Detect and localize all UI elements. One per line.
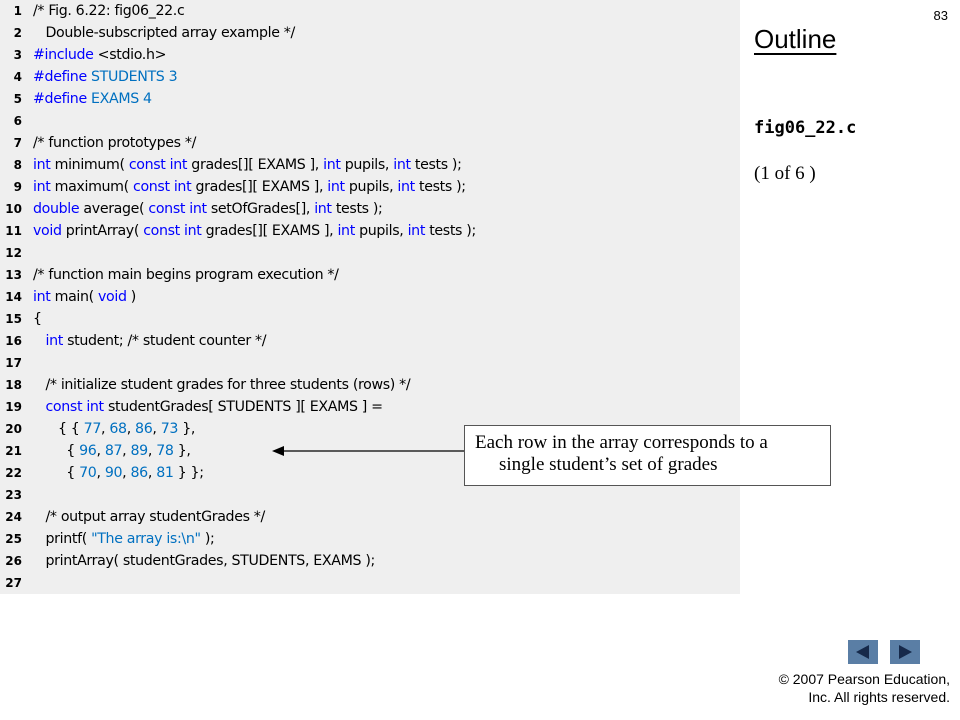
next-slide-button[interactable] bbox=[890, 640, 920, 664]
copyright-notice: © 2007 Pearson Education, Inc. All right… bbox=[779, 670, 950, 706]
callout-box: Each row in the array corresponds to a s… bbox=[464, 425, 831, 486]
triangle-left-icon bbox=[856, 645, 869, 659]
callout-text-line2: single student’s set of grades bbox=[499, 454, 718, 475]
callout-arrow bbox=[272, 446, 464, 456]
triangle-right-icon bbox=[899, 645, 912, 659]
previous-slide-button[interactable] bbox=[848, 640, 878, 664]
copyright-line2: Inc. All rights reserved. bbox=[808, 689, 950, 705]
copyright-line1: © 2007 Pearson Education, bbox=[778, 671, 950, 687]
callout-text-line1: Each row in the array corresponds to a bbox=[475, 432, 768, 453]
